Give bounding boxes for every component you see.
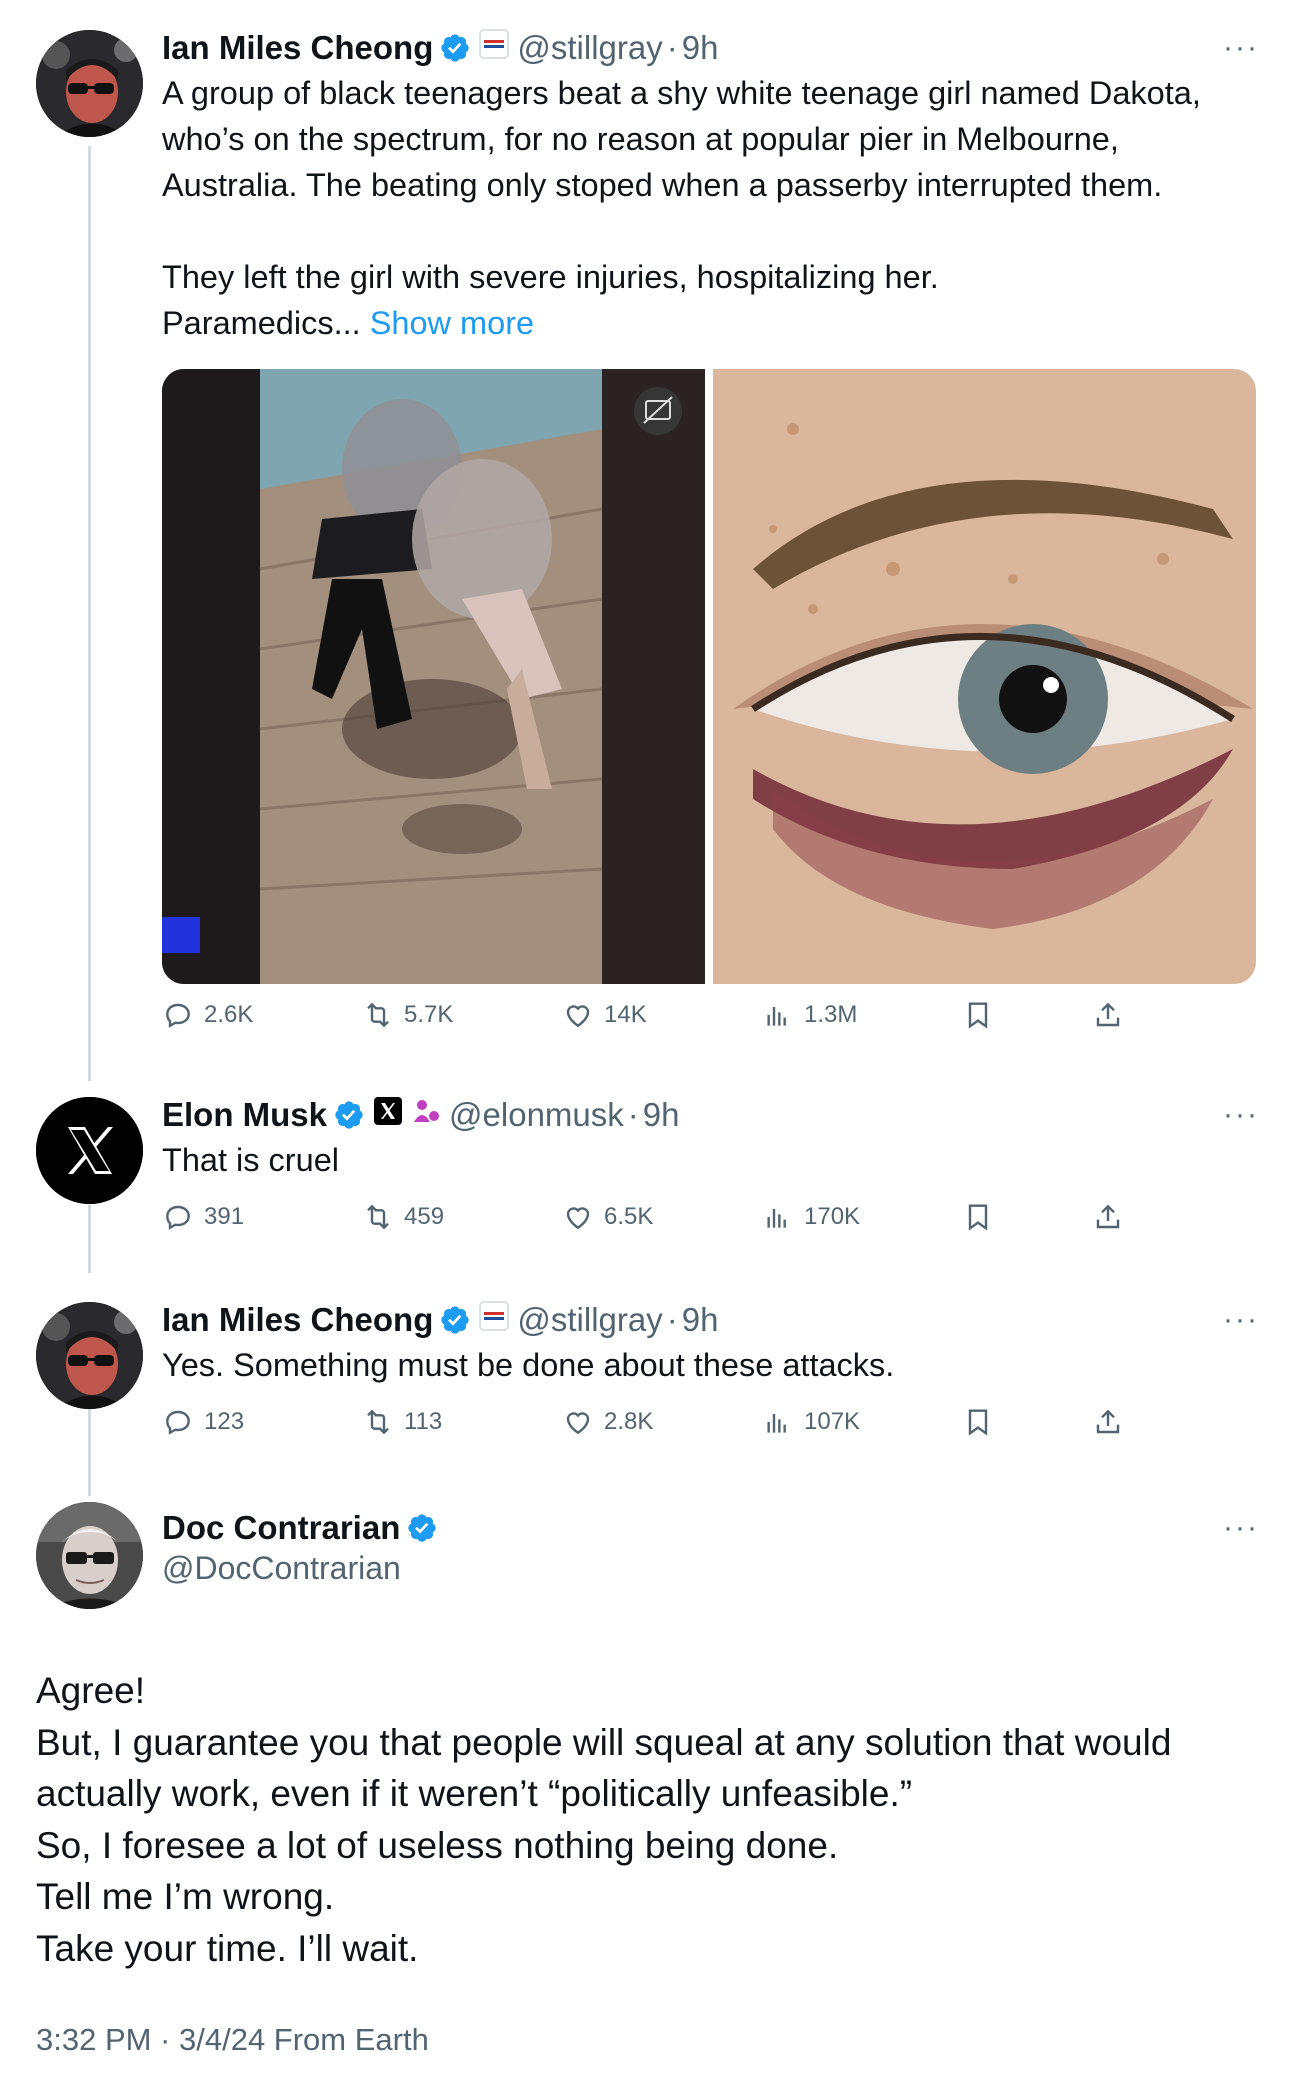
reply-button[interactable]: 123 [162, 1406, 244, 1438]
display-name[interactable]: Ian Miles Cheong [162, 29, 433, 67]
reply-icon [166, 1410, 190, 1435]
repost-icon [367, 1409, 389, 1435]
reply-icon [166, 1003, 190, 1028]
heart-icon [566, 1207, 590, 1230]
timestamp[interactable]: 9h [682, 29, 719, 67]
injury-photo[interactable] [713, 369, 1256, 984]
show-more-link[interactable]: Show more [370, 305, 534, 341]
verified-badge-icon [441, 1306, 470, 1334]
avatar[interactable] [36, 1097, 143, 1204]
verified-badge-icon [441, 34, 470, 62]
heart-icon [566, 1005, 590, 1028]
like-button[interactable]: 2.8K [562, 1406, 653, 1438]
like-button[interactable]: 6.5K [562, 1201, 653, 1233]
bookmark-button[interactable] [962, 999, 1004, 1031]
media-grid [162, 369, 1256, 984]
more-options-icon[interactable]: ··· [1223, 1095, 1259, 1135]
government-badge-icon[interactable] [411, 1096, 441, 1134]
display-name[interactable]: Ian Miles Cheong [162, 1301, 433, 1339]
handle[interactable]: @DocContrarian [162, 1550, 438, 1587]
affiliate-badge-icon[interactable] [479, 1301, 510, 1339]
share-icon [1096, 1204, 1120, 1229]
main-tweet: Doc Contrarian @DocContrarian ··· Agree!… [0, 1490, 1299, 2095]
share-icon [1096, 1409, 1120, 1434]
bookmark-button[interactable] [962, 1406, 1004, 1438]
views-icon [767, 1209, 786, 1228]
handle[interactable]: @stillgray [517, 1301, 662, 1339]
avatar[interactable] [36, 1502, 143, 1609]
bookmark-icon [968, 1002, 988, 1029]
verified-badge-icon [408, 1514, 437, 1542]
avatar[interactable] [36, 30, 143, 137]
reply-icon [166, 1205, 190, 1230]
repost-button[interactable]: 459 [362, 1201, 444, 1233]
tweet-3[interactable]: Ian Miles Cheong @stillgray · 9h ··· Yes… [0, 1285, 1299, 1490]
repost-icon [367, 1204, 389, 1230]
timestamp[interactable]: 9h [682, 1301, 719, 1339]
tweet-1[interactable]: Ian Miles Cheong @stillgray · 9h ··· A g… [0, 0, 1299, 1080]
share-icon [1096, 1002, 1120, 1027]
views-button[interactable]: 107K [762, 1406, 860, 1438]
tweet-actions: 123 113 2.8K 107K [162, 1406, 1162, 1446]
bookmark-button[interactable] [962, 1201, 1004, 1233]
display-name[interactable]: Doc Contrarian [162, 1509, 400, 1547]
verified-badge-icon [335, 1101, 363, 1129]
tweet-text: Yes. Something must be done about these … [162, 1347, 895, 1383]
reply-button[interactable]: 391 [162, 1201, 244, 1233]
video-thumbnail[interactable] [162, 369, 705, 984]
share-button[interactable] [1092, 1201, 1134, 1233]
views-icon [767, 1007, 786, 1026]
bookmark-icon [968, 1204, 988, 1231]
tweet-actions: 2.6K 5.7K 14K 1.3M [162, 999, 1162, 1039]
tweet-text: A group of black teenagers beat a shy wh… [162, 75, 1201, 341]
handle[interactable]: @elonmusk [449, 1096, 624, 1134]
views-button[interactable]: 170K [762, 1201, 860, 1233]
heart-icon [566, 1412, 590, 1435]
tweet-text: That is cruel [162, 1142, 340, 1178]
share-button[interactable] [1092, 999, 1134, 1031]
like-button[interactable]: 14K [562, 999, 647, 1031]
reply-button[interactable]: 2.6K [162, 999, 253, 1031]
share-button[interactable] [1092, 1406, 1134, 1438]
tweet-text: Agree! But, I guarantee you that people … [36, 1670, 1172, 1969]
timestamp[interactable]: 9h [643, 1096, 680, 1134]
handle[interactable]: @stillgray [517, 29, 662, 67]
repost-icon [367, 1002, 389, 1028]
repost-button[interactable]: 113 [362, 1406, 442, 1438]
more-options-icon[interactable]: ··· [1223, 28, 1259, 68]
repost-button[interactable]: 5.7K [362, 999, 453, 1031]
x-affiliate-icon[interactable] [373, 1096, 403, 1134]
display-name[interactable]: Elon Musk [162, 1096, 327, 1134]
affiliate-badge-icon[interactable] [479, 29, 510, 67]
bookmark-icon [968, 1409, 988, 1436]
more-options-icon[interactable]: ··· [1223, 1300, 1259, 1340]
more-options-icon[interactable]: ··· [1223, 1508, 1259, 1548]
tweet-2[interactable]: Elon Musk @elonmusk · 9h ··· That is cru… [0, 1080, 1299, 1285]
views-button[interactable]: 1.3M [762, 999, 857, 1031]
avatar[interactable] [36, 1302, 143, 1409]
views-icon [767, 1414, 786, 1433]
tweet-timestamp[interactable]: 3:32 PM · 3/4/24 From Earth [36, 2022, 429, 2058]
tweet-actions: 391 459 6.5K 170K [162, 1201, 1162, 1241]
